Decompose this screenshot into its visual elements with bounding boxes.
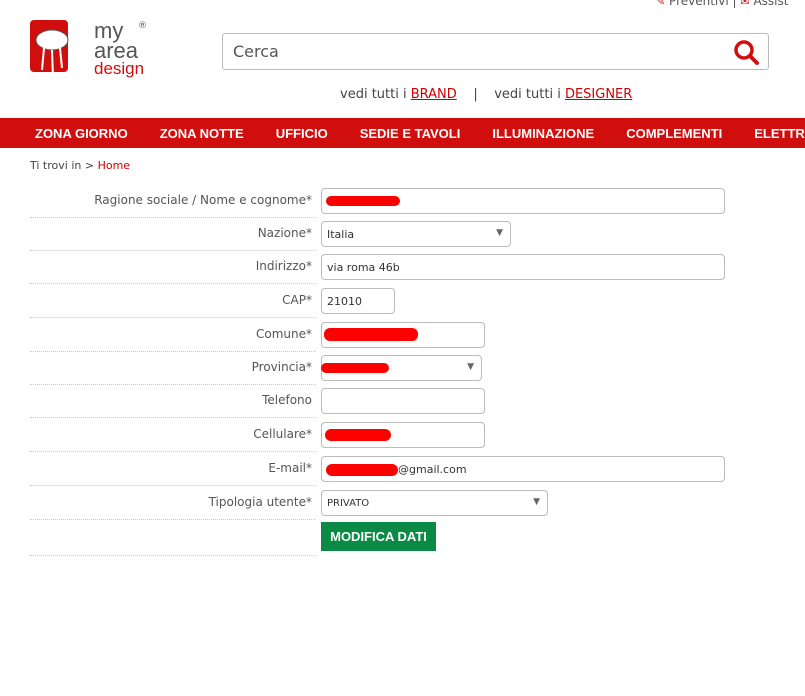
provincia-select[interactable]: ▼	[321, 355, 482, 381]
separator: |	[732, 0, 737, 8]
ragione-input[interactable]	[321, 188, 725, 214]
cellulare-label: Cellulare*	[253, 427, 312, 441]
breadcrumb-home[interactable]: Home	[98, 159, 130, 172]
assist-link[interactable]: Assist	[753, 0, 788, 8]
brand-prefix: vedi tutti i	[340, 87, 411, 102]
logo[interactable]: my area design ®	[30, 18, 150, 79]
row-nazione: Nazione* Italia ▼	[30, 217, 730, 251]
email-input[interactable]: @gmail.com	[321, 456, 725, 482]
indirizzo-input[interactable]: via roma 46b	[321, 254, 725, 280]
row-provincia: Provincia* ▼	[30, 351, 730, 385]
main-nav: ZONA GIORNO ZONA NOTTE UFFICIO SEDIE E T…	[0, 118, 805, 148]
row-cellulare: Cellulare*	[30, 418, 730, 452]
top-links: ✎ Preventivi | ✉ Assist	[656, 0, 788, 8]
redaction	[326, 464, 398, 476]
breadcrumb: Ti trovi in > Home	[30, 159, 130, 172]
search-placeholder: Cerca	[233, 42, 279, 61]
breadcrumb-arrow: >	[84, 159, 95, 172]
row-comune: Comune*	[30, 318, 730, 352]
cap-input[interactable]: 21010	[321, 288, 395, 314]
cellulare-input[interactable]	[321, 422, 485, 448]
chevron-down-icon: ▼	[467, 362, 474, 372]
comune-label: Comune*	[255, 327, 312, 341]
breadcrumb-prefix: Ti trovi in	[30, 159, 82, 172]
nav-complementi[interactable]: COMPLEMENTI	[626, 126, 722, 141]
row-cap: CAP* 21010	[30, 284, 730, 318]
row-tipologia: Tipologia utente* PRIVATO ▼	[30, 486, 730, 520]
nav-ufficio[interactable]: UFFICIO	[276, 126, 328, 141]
search-input[interactable]: Cerca	[222, 33, 769, 70]
brand-link[interactable]: BRAND	[411, 87, 457, 102]
row-telefono: Telefono	[30, 384, 730, 418]
modifica-dati-button[interactable]: MODIFICA DATI	[321, 522, 436, 551]
nav-illuminazione[interactable]: ILLUMINAZIONE	[492, 126, 594, 141]
nazione-label: Nazione*	[257, 226, 312, 240]
designer-link[interactable]: DESIGNER	[565, 87, 632, 102]
nav-zona-giorno[interactable]: ZONA GIORNO	[35, 126, 128, 141]
svg-text:®: ®	[138, 21, 147, 31]
quotes-link[interactable]: Preventivi	[669, 0, 729, 8]
redaction	[325, 429, 391, 441]
redaction	[324, 328, 418, 341]
row-ragione: Ragione sociale / Nome e cognome*	[30, 184, 730, 218]
nav-sedie-tavoli[interactable]: SEDIE E TAVOLI	[360, 126, 461, 141]
chevron-down-icon: ▼	[533, 497, 540, 507]
tipologia-select[interactable]: PRIVATO ▼	[321, 490, 548, 516]
redaction	[321, 363, 389, 373]
browse-links: vedi tutti i BRAND | vedi tutti i DESIGN…	[340, 87, 632, 102]
telefono-input[interactable]	[321, 388, 485, 414]
row-indirizzo: Indirizzo* via roma 46b	[30, 250, 730, 284]
row-email: E-mail* @gmail.com	[30, 452, 730, 486]
designer-prefix: vedi tutti i	[494, 87, 565, 102]
comune-input[interactable]	[321, 322, 485, 348]
separator: |	[473, 87, 478, 102]
redaction	[326, 196, 400, 206]
nazione-select[interactable]: Italia ▼	[321, 221, 511, 247]
email-label: E-mail*	[268, 461, 312, 475]
cap-label: CAP*	[282, 293, 312, 307]
quote-icon: ✎	[656, 0, 666, 8]
telefono-label: Telefono	[262, 393, 312, 407]
indirizzo-label: Indirizzo*	[255, 259, 312, 273]
chat-icon: ✉	[740, 0, 750, 8]
ragione-label: Ragione sociale / Nome e cognome*	[94, 193, 312, 207]
chevron-down-icon: ▼	[496, 228, 503, 238]
provincia-label: Provincia*	[251, 360, 312, 374]
svg-text:design: design	[94, 59, 144, 78]
nav-elettro[interactable]: ELETTRO	[754, 126, 805, 141]
tipologia-label: Tipologia utente*	[208, 495, 312, 509]
search-icon[interactable]	[732, 38, 760, 70]
nav-zona-notte[interactable]: ZONA NOTTE	[160, 126, 244, 141]
divider	[30, 555, 316, 556]
